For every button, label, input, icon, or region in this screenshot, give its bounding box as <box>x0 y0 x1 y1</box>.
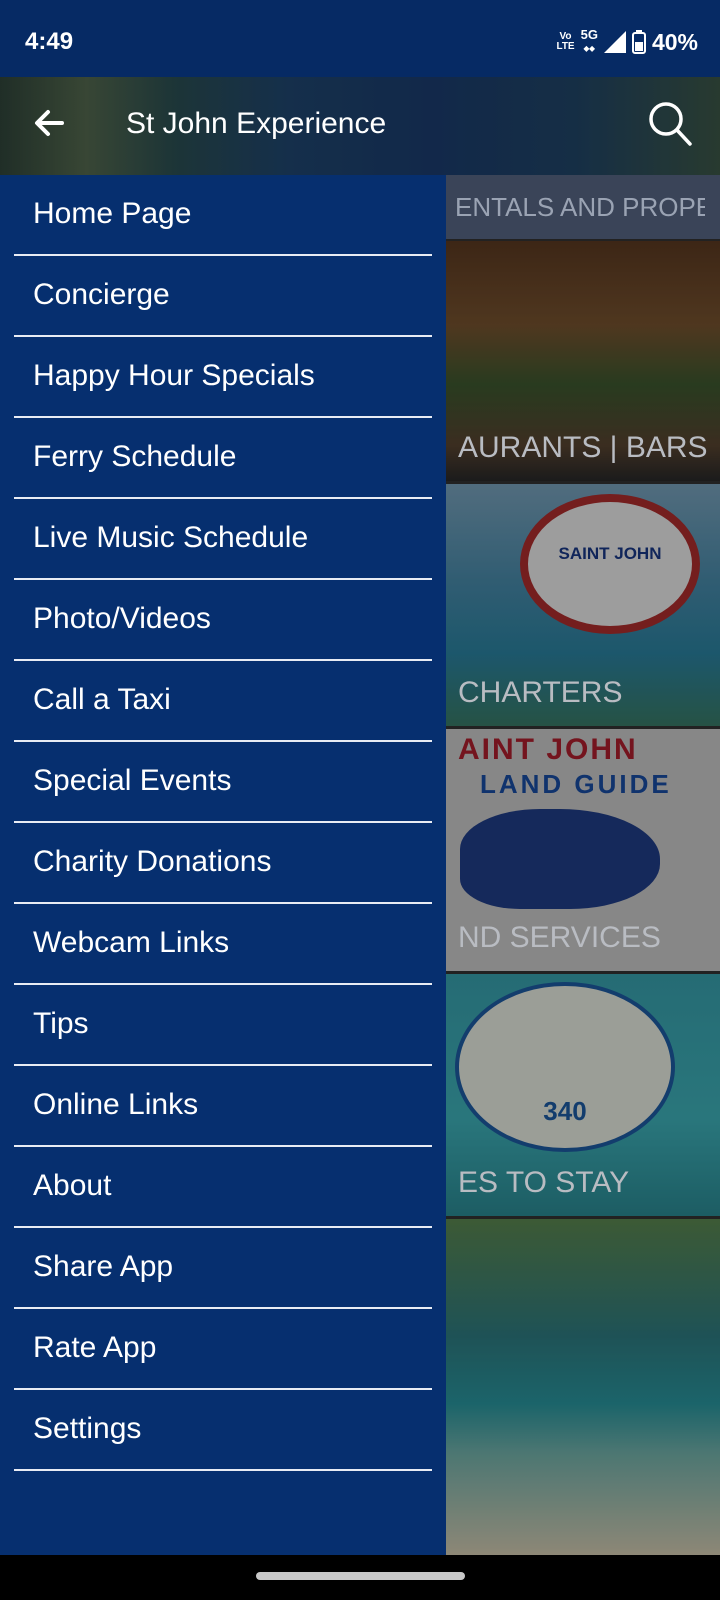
app-bar: St John Experience <box>0 77 720 175</box>
status-time: 4:49 <box>25 28 74 55</box>
menu-item-tips[interactable]: Tips <box>0 985 446 1066</box>
arrow-left-icon[interactable] <box>28 101 72 145</box>
home-gesture-handle[interactable] <box>256 1572 465 1580</box>
menu-item-live-music-schedule[interactable]: Live Music Schedule <box>0 499 446 580</box>
menu-item-special-events[interactable]: Special Events <box>0 742 446 823</box>
search-icon[interactable] <box>646 99 694 149</box>
menu-item-call-a-taxi[interactable]: Call a Taxi <box>0 661 446 742</box>
menu-item-label: Happy Hour Specials <box>33 359 315 392</box>
battery-percent: 40% <box>651 28 698 55</box>
menu-item-online-links[interactable]: Online Links <box>0 1066 446 1147</box>
status-icons: Vo LTE 5G ⬥⬥ 40% <box>556 28 698 56</box>
menu-item-label: Online Links <box>33 1088 199 1121</box>
menu-item-happy-hour-specials[interactable]: Happy Hour Specials <box>0 337 446 418</box>
app-title: St John Experience <box>126 107 387 140</box>
menu-item-label: Ferry Schedule <box>33 440 237 473</box>
menu-item-ferry-schedule[interactable]: Ferry Schedule <box>0 418 446 499</box>
signal-icon <box>603 31 626 53</box>
network-type: 5G ⬥⬥ <box>580 27 598 54</box>
menu-item-label: Tips <box>33 1007 89 1040</box>
menu-item-concierge[interactable]: Concierge <box>0 256 446 337</box>
menu-item-label: Settings <box>33 1412 142 1445</box>
menu-item-label: Photo/Videos <box>33 602 211 635</box>
menu-item-label: About <box>33 1169 112 1202</box>
menu-item-rate-app[interactable]: Rate App <box>0 1309 446 1390</box>
menu-item-photo-videos[interactable]: Photo/Videos <box>0 580 446 661</box>
menu-item-label: Share App <box>33 1250 174 1283</box>
menu-item-about[interactable]: About <box>0 1147 446 1228</box>
menu-item-webcam-links[interactable]: Webcam Links <box>0 904 446 985</box>
menu-item-settings[interactable]: Settings <box>0 1390 446 1471</box>
menu-item-label: Call a Taxi <box>33 683 171 716</box>
menu-item-label: Concierge <box>33 278 170 311</box>
volte-indicator: Vo LTE <box>556 31 575 52</box>
menu-divider <box>14 1469 432 1471</box>
menu-item-label: Live Music Schedule <box>33 521 309 554</box>
menu-item-share-app[interactable]: Share App <box>0 1228 446 1309</box>
system-nav-bar <box>0 1555 720 1600</box>
menu-item-label: Rate App <box>33 1331 157 1364</box>
menu-item-label: Charity Donations <box>33 845 272 878</box>
navigation-drawer: Home Page Concierge Happy Hour Specials Fer… <box>0 175 446 1555</box>
menu-item-home-page[interactable]: Home Page <box>0 175 446 256</box>
battery-icon <box>631 30 646 54</box>
status-bar: 4:49 Vo LTE 5G ⬥⬥ 40% <box>0 0 720 77</box>
menu-item-label: Webcam Links <box>33 926 230 959</box>
menu-item-label: Home Page <box>33 197 192 230</box>
menu-item-charity-donations[interactable]: Charity Donations <box>0 823 446 904</box>
menu-item-label: Special Events <box>33 764 232 797</box>
